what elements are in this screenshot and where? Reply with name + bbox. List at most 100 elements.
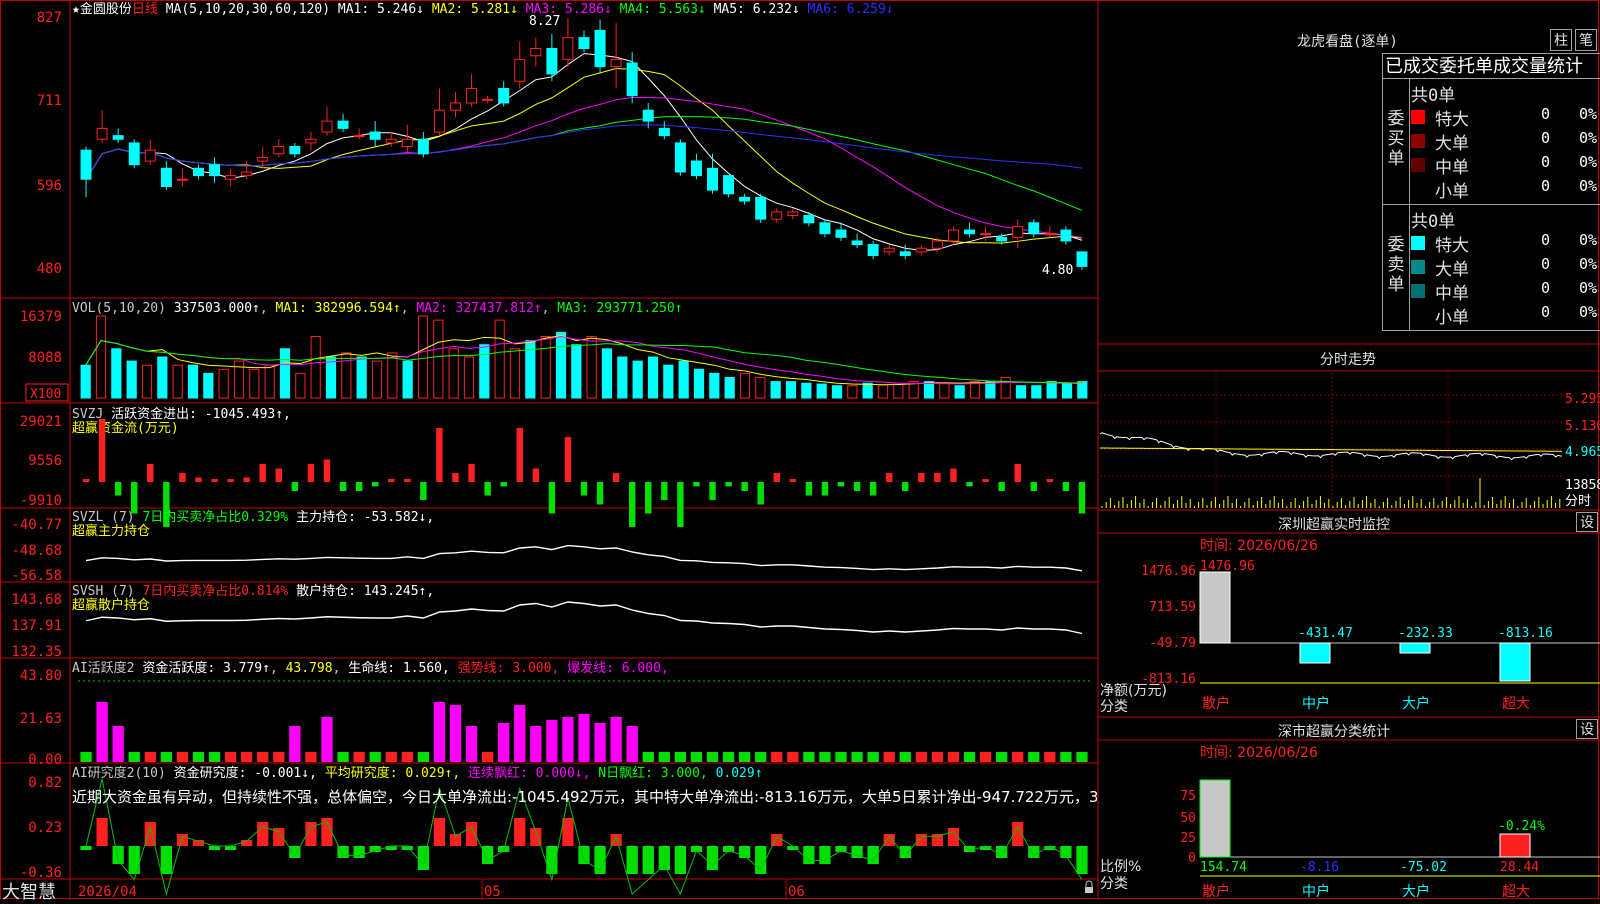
svg-text:AI研究度2(10) 资金研究度: -0.001↓, 平均研: AI研究度2(10) 资金研究度: -0.001↓, 平均研究度: 0.029↑… bbox=[72, 765, 763, 781]
flow-bar bbox=[355, 482, 363, 491]
candle bbox=[209, 164, 221, 177]
flow-bar bbox=[452, 473, 459, 482]
vol-bar bbox=[571, 344, 582, 399]
y-tick: 0.00 bbox=[28, 752, 62, 768]
flow-bar bbox=[837, 482, 845, 487]
candle bbox=[947, 229, 959, 242]
vol-bar bbox=[95, 315, 107, 399]
candle bbox=[594, 29, 606, 68]
y-tick: -48.68 bbox=[11, 543, 62, 559]
lhb-sell-block: 委卖单 共0单 特大 0 0% 大单 0 0% 中单 0 0% 小单 0 0% bbox=[1382, 205, 1600, 331]
research-bar bbox=[931, 834, 944, 846]
activity-bar bbox=[658, 752, 670, 762]
vol-bar bbox=[218, 368, 229, 399]
flow-bar bbox=[1078, 482, 1086, 514]
chart-canvas[interactable]: ★金圆股份日线 MA(5,10,20,30,60,120) MA1: 5.246… bbox=[0, 0, 1600, 900]
candle bbox=[530, 48, 542, 57]
svzj-active: 活跃资金进出: -1045.493↑, bbox=[111, 406, 291, 422]
vol-bar bbox=[770, 381, 781, 399]
category-bar bbox=[1199, 779, 1231, 858]
sz-class-settings-button[interactable]: 设 bbox=[1576, 719, 1598, 739]
sz-monitor-time: 时间: 2026/06/26 bbox=[1200, 538, 1318, 554]
vol-bar bbox=[831, 385, 843, 399]
ai-res-lx: 连续飘红: 0.000↓, bbox=[468, 765, 590, 781]
lhb-sell-row: 大单 0 0% bbox=[1411, 255, 1600, 280]
flow-bar bbox=[259, 464, 266, 482]
tab-column[interactable]: 柱 bbox=[1550, 29, 1572, 51]
candle bbox=[1076, 251, 1088, 267]
tab-trade[interactable]: 笔 bbox=[1575, 29, 1597, 51]
candle bbox=[851, 240, 863, 246]
flow-bar bbox=[612, 473, 620, 482]
activity-bar bbox=[257, 752, 269, 762]
flow-bar bbox=[1062, 482, 1070, 491]
candle bbox=[835, 229, 847, 238]
flow-bar bbox=[98, 419, 106, 482]
flow-bar bbox=[677, 482, 684, 527]
candle bbox=[755, 196, 767, 220]
svg-text:AI活跃度2 资金活跃度: 3.779↑, 43.798,: AI活跃度2 资金活跃度: 3.779↑, 43.798, 生命线: 1.560… bbox=[72, 660, 669, 676]
candle bbox=[337, 120, 349, 129]
activity-bar bbox=[642, 752, 654, 762]
candle bbox=[562, 37, 574, 60]
bar-extra: -0.24% bbox=[1498, 819, 1545, 834]
research-bar bbox=[96, 818, 108, 846]
vol-bar bbox=[187, 364, 199, 399]
candle bbox=[723, 175, 735, 195]
y-tick: -49.79 bbox=[1149, 636, 1196, 651]
svzl-header: SVZL (7) 7日内买卖净占比0.329% 主力持仓: -53.582↓, … bbox=[72, 509, 434, 539]
swatch-icon bbox=[1411, 134, 1425, 148]
svzj-y-axis: 29021 9556 -9910 bbox=[20, 414, 62, 509]
lhb-buy-side: 委买单 bbox=[1387, 109, 1405, 169]
lock-icon bbox=[1085, 880, 1093, 893]
candle bbox=[369, 131, 381, 140]
y-tick: 5.130 bbox=[1565, 419, 1600, 434]
flow-bar bbox=[131, 482, 138, 514]
research-bar bbox=[160, 846, 172, 874]
vol-bar bbox=[540, 336, 551, 399]
flow-bar bbox=[902, 482, 909, 491]
y-tick: 50 bbox=[1180, 811, 1196, 826]
svg-text:★金圆股份日线 MA(5,10,20,30,60,120): ★金圆股份日线 MA(5,10,20,30,60,120) MA1: 5.246… bbox=[72, 1, 894, 17]
candle bbox=[433, 109, 445, 133]
research-bar bbox=[562, 818, 574, 846]
candle bbox=[883, 247, 895, 253]
svsh-line bbox=[85, 601, 1083, 635]
intraday-chart[interactable] bbox=[1099, 373, 1565, 508]
swatch-icon bbox=[1411, 158, 1425, 172]
lhb-buy-count: 共0单 bbox=[1411, 86, 1456, 106]
y-tick: 132.35 bbox=[11, 644, 62, 660]
sz-monitor-settings-button[interactable]: 设 bbox=[1576, 512, 1598, 532]
research-bar bbox=[481, 846, 494, 864]
category-bar bbox=[1399, 642, 1431, 654]
flow-bar bbox=[1046, 479, 1054, 482]
vol-bar bbox=[172, 364, 183, 399]
activity-bar bbox=[899, 752, 911, 762]
candle bbox=[273, 146, 285, 155]
vol-bar bbox=[1031, 385, 1042, 399]
ai-res-nr: N日飘红: 3.000, bbox=[598, 765, 707, 781]
activity-bar bbox=[481, 752, 494, 762]
activity-bar bbox=[289, 726, 301, 762]
y-tick: 25 bbox=[1180, 831, 1196, 846]
y-tick: 29021 bbox=[20, 414, 62, 430]
ma2-value: MA2: 5.281↓ bbox=[432, 2, 518, 17]
sz-class-title: 深市超赢分类统计 bbox=[1278, 724, 1390, 740]
research-bar bbox=[80, 846, 92, 850]
vol-bar bbox=[1015, 385, 1027, 399]
activity-bar bbox=[224, 752, 237, 762]
y-tick: 137.91 bbox=[11, 618, 62, 634]
low-price-label: 4.80 bbox=[1042, 263, 1073, 278]
flow-bar bbox=[709, 482, 716, 500]
research-bar bbox=[224, 846, 237, 850]
vol-bar bbox=[126, 360, 137, 399]
lhb-buy-row: 特大 0 0% bbox=[1411, 105, 1600, 130]
vol-header: VOL(5,10,20) 337503.000↑, MA1: 382996.59… bbox=[72, 301, 683, 316]
vol-bar bbox=[141, 364, 153, 399]
flow-bar bbox=[420, 482, 427, 500]
ma-line bbox=[85, 124, 1083, 180]
activity-bar bbox=[465, 726, 478, 762]
flow-bar bbox=[179, 473, 186, 482]
svsh-label: SVSH (7) bbox=[72, 584, 135, 599]
candle bbox=[674, 142, 686, 173]
